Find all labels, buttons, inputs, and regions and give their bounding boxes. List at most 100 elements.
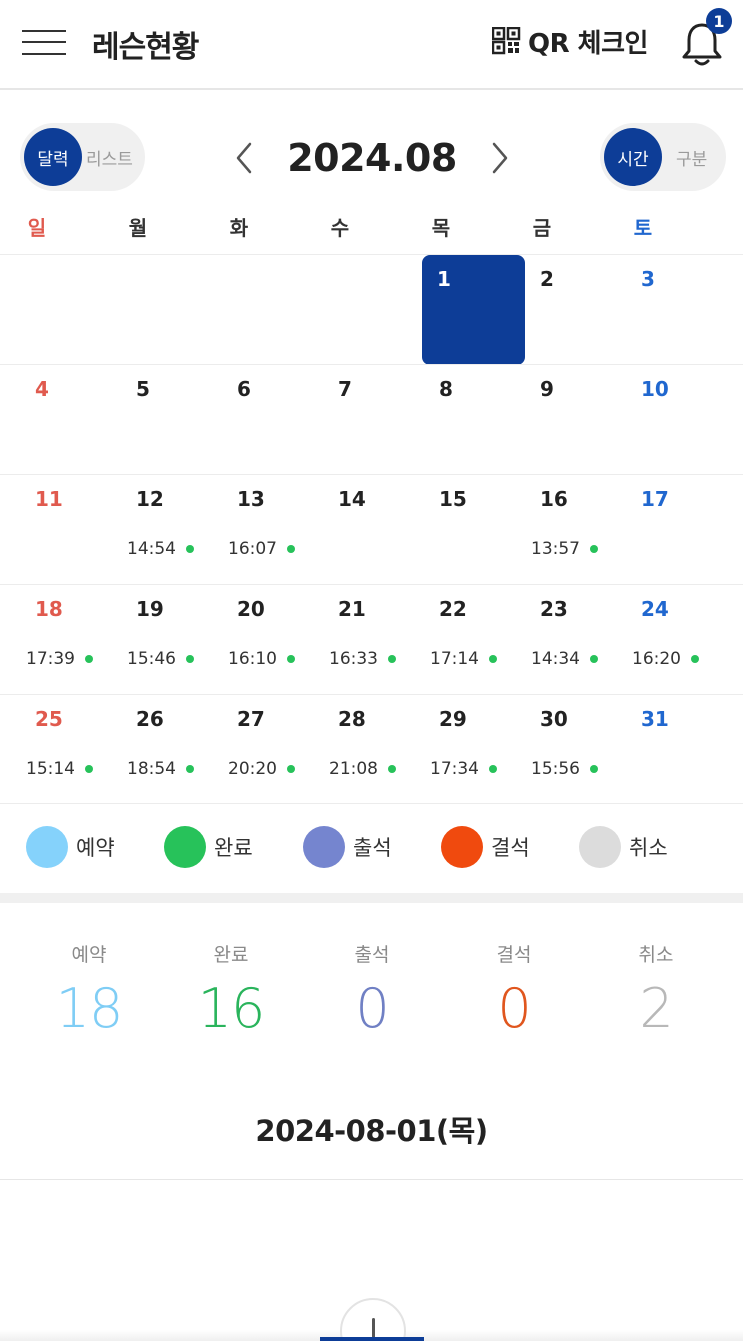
day-number: 14 <box>338 487 366 511</box>
stat-label: 출석 <box>354 944 390 966</box>
lesson-entry[interactable]: 16:07 <box>228 539 295 559</box>
legend-swatch <box>579 826 621 868</box>
stat-value: 16 <box>197 977 266 1040</box>
calendar-day-cell[interactable]: 19 15:46 <box>121 585 224 695</box>
lesson-entry[interactable]: 17:39 <box>26 649 93 669</box>
calendar-day-cell[interactable]: 1 <box>422 255 525 365</box>
calendar-day-cell[interactable]: 24 16:20 <box>626 585 729 695</box>
lesson-entry[interactable]: 17:14 <box>430 649 497 669</box>
bottom-indicator-bar <box>320 1337 424 1341</box>
legend-item: 예약 <box>26 826 115 868</box>
completed-status-dot <box>388 655 396 663</box>
legend-item: 출석 <box>303 826 392 868</box>
stat-label: 취소 <box>638 944 674 966</box>
calendar-day-cell[interactable]: 12 14:54 <box>121 475 224 585</box>
calendar-day-cell[interactable]: 29 17:34 <box>424 695 527 805</box>
lesson-entry[interactable]: 16:10 <box>228 649 295 669</box>
calendar-week-row: 4 5 6 7 8 9 10 <box>0 364 743 474</box>
legend-label: 결석 <box>491 836 530 860</box>
hamburger-icon[interactable] <box>22 28 68 58</box>
lesson-entry[interactable]: 13:57 <box>531 539 598 559</box>
stat-item: 완료 16 <box>161 940 301 1040</box>
calendar-view-option[interactable]: 달력 <box>24 128 82 186</box>
calendar-day-cell[interactable]: 8 <box>424 365 527 475</box>
category-mode-option[interactable]: 구분 <box>676 145 707 170</box>
day-number: 19 <box>136 597 164 621</box>
empty-day-cell <box>121 255 224 365</box>
calendar-day-cell[interactable]: 17 <box>626 475 729 585</box>
lesson-time: 15:56 <box>531 759 580 779</box>
calendar-day-cell[interactable]: 10 <box>626 365 729 475</box>
calendar-day-cell[interactable]: 25 15:14 <box>20 695 123 805</box>
lesson-entry[interactable]: 17:34 <box>430 759 497 779</box>
calendar-day-cell[interactable]: 30 15:56 <box>525 695 628 805</box>
legend-label: 예약 <box>76 836 115 860</box>
calendar-day-cell[interactable]: 5 <box>121 365 224 475</box>
bottom-sheet-handle[interactable] <box>340 1298 406 1341</box>
lesson-time: 13:57 <box>531 539 580 559</box>
lesson-entry[interactable]: 15:14 <box>26 759 93 779</box>
weekday-label: 일 <box>27 216 47 240</box>
completed-status-dot <box>287 655 295 663</box>
calendar-day-cell[interactable]: 11 <box>20 475 123 585</box>
stat-value: 18 <box>55 977 124 1040</box>
lesson-entry[interactable]: 16:20 <box>632 649 699 669</box>
calendar-day-cell[interactable]: 22 17:14 <box>424 585 527 695</box>
calendar-day-cell[interactable]: 9 <box>525 365 628 475</box>
empty-day-cell <box>323 255 426 365</box>
calendar-day-cell[interactable]: 13 16:07 <box>222 475 325 585</box>
lesson-entry[interactable]: 14:34 <box>531 649 598 669</box>
weekday-label: 수 <box>330 216 350 240</box>
chevron-left-icon[interactable] <box>228 140 260 176</box>
day-number: 7 <box>338 377 352 401</box>
calendar-day-cell[interactable]: 31 <box>626 695 729 805</box>
stat-item: 결석 0 <box>444 940 584 1040</box>
calendar-day-cell[interactable]: 26 18:54 <box>121 695 224 805</box>
lesson-entry[interactable]: 14:54 <box>127 539 194 559</box>
lesson-entry[interactable]: 15:56 <box>531 759 598 779</box>
calendar-day-cell[interactable]: 28 21:08 <box>323 695 426 805</box>
chevron-right-icon[interactable] <box>484 140 516 176</box>
day-number: 31 <box>641 707 669 731</box>
weekday-header: 일월화수목금토 <box>0 212 743 242</box>
view-toggle[interactable]: 달력 리스트 <box>20 123 145 191</box>
lesson-entry[interactable]: 16:33 <box>329 649 396 669</box>
lesson-entry[interactable]: 15:46 <box>127 649 194 669</box>
calendar-day-cell[interactable]: 2 <box>525 255 628 365</box>
calendar-day-cell[interactable]: 20 16:10 <box>222 585 325 695</box>
calendar-day-cell[interactable]: 18 17:39 <box>20 585 123 695</box>
completed-status-dot <box>590 765 598 773</box>
display-mode-toggle[interactable]: 시간 구분 <box>600 123 726 191</box>
day-number: 15 <box>439 487 467 511</box>
lesson-time: 17:39 <box>26 649 75 669</box>
lesson-time: 21:08 <box>329 759 378 779</box>
calendar-day-cell[interactable]: 21 16:33 <box>323 585 426 695</box>
day-number: 6 <box>237 377 251 401</box>
day-number: 27 <box>237 707 265 731</box>
calendar-week-row: 1 2 3 <box>0 254 743 365</box>
legend-item: 결석 <box>441 826 530 868</box>
lesson-entry[interactable]: 18:54 <box>127 759 194 779</box>
calendar-day-cell[interactable]: 15 <box>424 475 527 585</box>
legend-label: 출석 <box>353 836 392 860</box>
qr-checkin-button[interactable]: QR 체크인 <box>492 24 648 59</box>
calendar-day-cell[interactable]: 4 <box>20 365 123 475</box>
calendar-day-cell[interactable]: 6 <box>222 365 325 475</box>
weekday-label: 목 <box>431 216 451 240</box>
stat-label: 완료 <box>213 944 249 966</box>
day-number: 22 <box>439 597 467 621</box>
calendar-day-cell[interactable]: 23 14:34 <box>525 585 628 695</box>
list-view-option[interactable]: 리스트 <box>86 145 133 170</box>
time-mode-option[interactable]: 시간 <box>604 128 662 186</box>
calendar-day-cell[interactable]: 27 20:20 <box>222 695 325 805</box>
completed-status-dot <box>85 655 93 663</box>
calendar-day-cell[interactable]: 16 13:57 <box>525 475 628 585</box>
calendar-day-cell[interactable]: 3 <box>626 255 729 365</box>
lesson-entry[interactable]: 21:08 <box>329 759 396 779</box>
completed-status-dot <box>186 655 194 663</box>
legend-item: 완료 <box>164 826 253 868</box>
completed-status-dot <box>691 655 699 663</box>
lesson-entry[interactable]: 20:20 <box>228 759 295 779</box>
calendar-day-cell[interactable]: 14 <box>323 475 426 585</box>
calendar-day-cell[interactable]: 7 <box>323 365 426 475</box>
